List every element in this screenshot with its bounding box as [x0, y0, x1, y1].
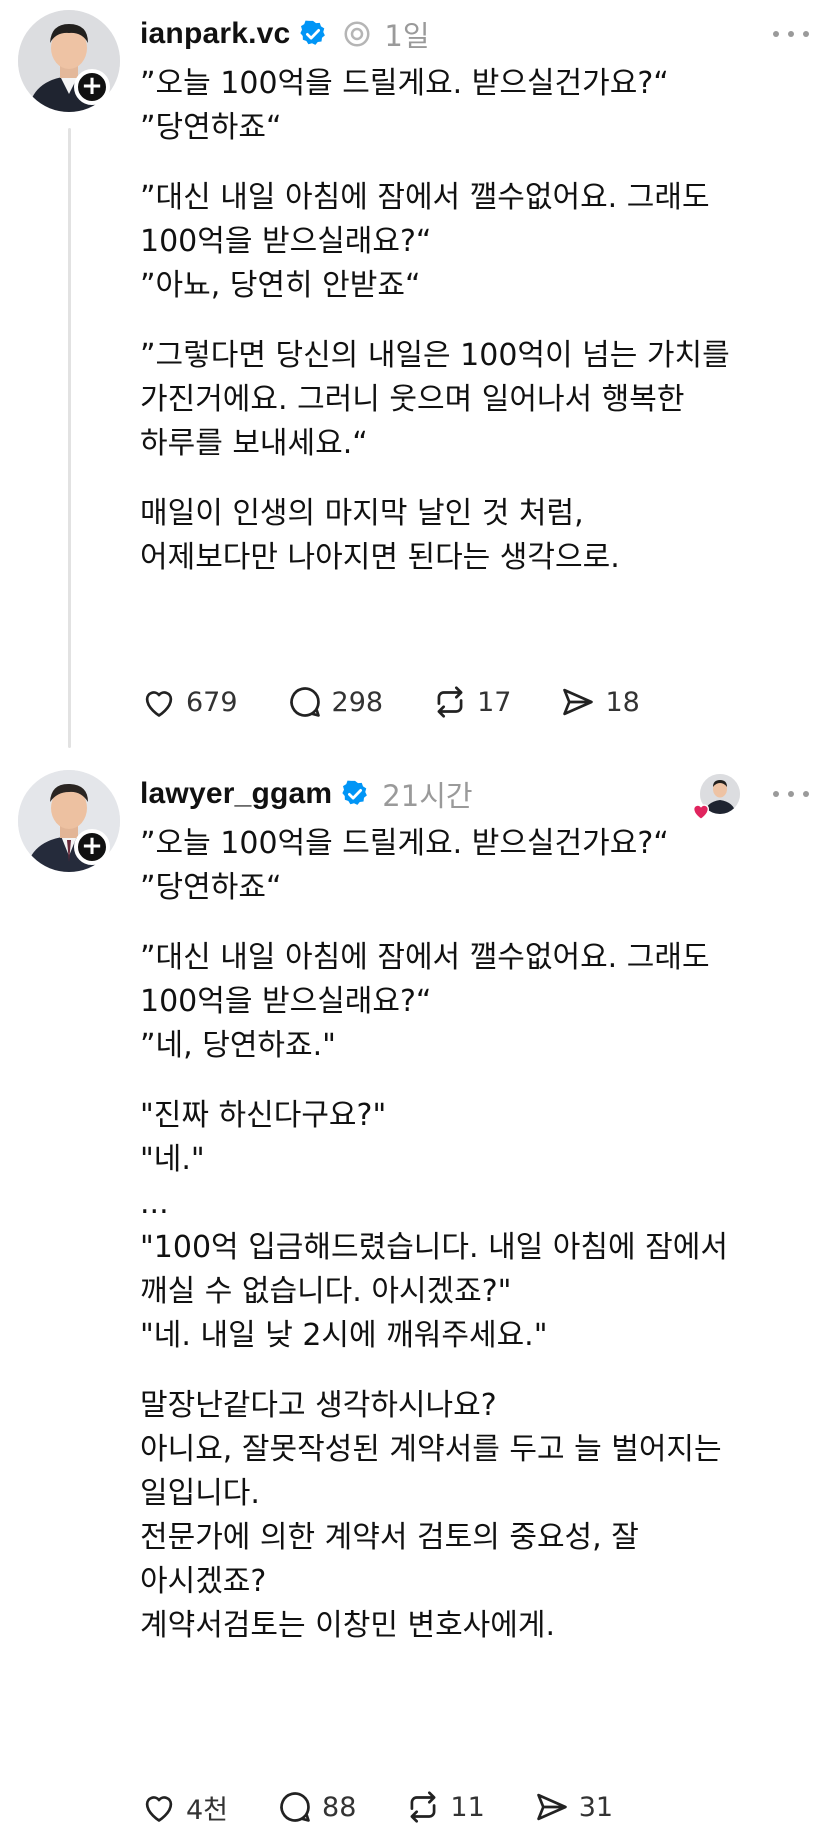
repost-icon	[437, 686, 463, 718]
repost-icon	[410, 1791, 436, 1823]
post-body: ”오늘 100억을 드릴게요. 받으실건가요?“ ”당연하죠“ ”대신 내일 아…	[140, 62, 820, 580]
comment-count: 298	[331, 686, 384, 718]
post-paragraph: 말장난같다고 생각하시나요? 아니요, 잘못작성된 계약서를 두고 늘 벌어지는…	[140, 1388, 722, 1643]
like-count: 4천	[186, 1794, 229, 1826]
red-heart-icon	[692, 804, 710, 821]
share-button[interactable]: 31	[533, 1788, 613, 1826]
post-actions: 4천 88 11 31	[140, 1785, 661, 1829]
comment-button[interactable]: 298	[286, 683, 384, 721]
repost-count: 11	[450, 1791, 485, 1823]
post-timestamp: 1일	[384, 19, 430, 53]
send-icon	[563, 688, 594, 716]
post-header: ianpark.vc 1일	[140, 12, 430, 56]
follow-plus-icon[interactable]: +	[74, 829, 110, 865]
heart-icon	[145, 1796, 173, 1822]
share-button[interactable]: 18	[559, 683, 640, 721]
post-actions: 679 298 17 18	[140, 680, 688, 724]
comment-button[interactable]: 88	[276, 1788, 356, 1826]
post-paragraph: 매일이 인생의 마지막 날인 것 처럼, 어제보다만 나아지면 된다는 생각으로…	[140, 496, 620, 575]
post-paragraph: ”대신 내일 아침에 잠에서 깰수없어요. 그래도 100억을 받으실래요?“ …	[140, 180, 710, 303]
threads-logo-icon	[344, 21, 370, 47]
like-count: 679	[186, 686, 238, 718]
heart-icon	[145, 691, 173, 717]
thread-connector-line	[68, 128, 71, 748]
verified-badge-icon	[300, 20, 326, 45]
repost-count: 17	[477, 686, 512, 718]
like-button[interactable]: 679	[140, 683, 238, 721]
more-horizontal-icon[interactable]	[771, 788, 811, 800]
post-body: ”오늘 100억을 드릴게요. 받으실건가요?“ ”당연하죠“ ”대신 내일 아…	[140, 822, 820, 1648]
post-paragraph: ”오늘 100억을 드릴게요. 받으실건가요?“ ”당연하죠“	[140, 826, 669, 905]
send-icon	[536, 1793, 567, 1821]
repost-button[interactable]: 17	[431, 683, 511, 721]
post-paragraph: ”그렇다면 당신의 내일은 100억이 넘는 가치를 가진거에요. 그러니 웃으…	[140, 338, 730, 461]
like-button[interactable]: 4천	[140, 1788, 228, 1827]
comment-icon	[280, 1792, 310, 1822]
username[interactable]: ianpark.vc	[140, 17, 290, 51]
share-count: 31	[578, 1791, 614, 1823]
post-paragraph: ”대신 내일 아침에 잠에서 깰수없어요. 그래도 100억을 받으실래요?“ …	[140, 940, 710, 1063]
username[interactable]: lawyer_ggam	[140, 777, 332, 811]
thread-post: + ianpark.vc 1일 ”오늘 100억을 드릴게요. 받으실건가요?“…	[0, 0, 835, 760]
repost-button[interactable]: 11	[404, 1788, 485, 1826]
share-count: 18	[605, 686, 640, 718]
post-paragraph: ”오늘 100억을 드릴게요. 받으실건가요?“ ”당연하죠“	[140, 66, 669, 145]
post-timestamp: 21시간	[382, 779, 473, 813]
comment-count: 88	[322, 1791, 357, 1823]
post-header: lawyer_ggam 21시간	[140, 772, 473, 816]
thread-post: + lawyer_ggam 21시간 ”오늘 100억을 드릴게요. 받으실건가…	[0, 760, 835, 1833]
follow-plus-icon[interactable]: +	[74, 69, 110, 105]
comment-icon	[289, 687, 320, 717]
verified-badge-icon	[342, 780, 368, 805]
post-paragraph: "진짜 하신다구요?" "네." ... "100억 입금해드렸습니다. 내일 …	[140, 1098, 728, 1353]
more-horizontal-icon[interactable]	[771, 28, 811, 40]
